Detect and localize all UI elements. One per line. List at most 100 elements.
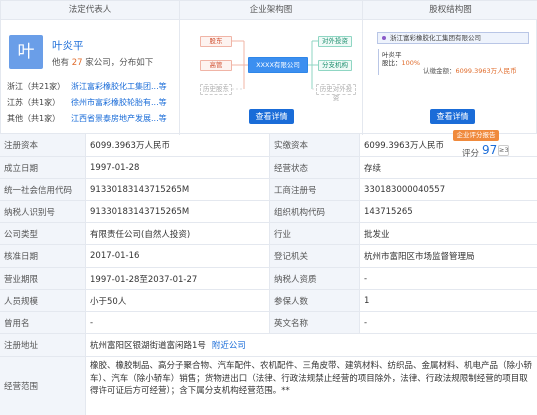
- row-value: 6099.3963万人民币: [359, 134, 449, 156]
- score-chip: ≥3: [498, 145, 509, 156]
- table-row: 公司类型 有限责任公司(自然人投资) 行业 批发业: [0, 223, 537, 245]
- nearby-companies-link[interactable]: 附近公司: [212, 339, 246, 351]
- row-label: 纳税人资质: [269, 268, 359, 289]
- equity-company-node[interactable]: 浙江富彩橡胶化工集团有限公司: [377, 32, 529, 44]
- legal-rep-company-count: 他有 27 家公司，分布如下: [52, 56, 153, 68]
- address-label: 注册地址: [0, 334, 85, 356]
- table-row: 核准日期 2017-01-16 登记机关 杭州市富阳区市场监督管理局: [0, 245, 537, 268]
- region-row[interactable]: 其他（共1家） 江西省景泰房地产发展...等: [7, 113, 179, 124]
- history-investment-node: 历史对外投资: [316, 84, 356, 102]
- row-label: 人员规模: [0, 290, 85, 311]
- region-count: （共21家）: [23, 82, 66, 91]
- row-label: 工商注册号: [269, 179, 359, 200]
- company-dot-icon: [382, 36, 386, 40]
- row-value: 6099.3963万人民币: [85, 134, 269, 156]
- region-row[interactable]: 江苏（共1家） 徐州市富彩橡胶轮胎有...等: [7, 97, 179, 108]
- row-label: 曾用名: [0, 312, 85, 333]
- structure-title: 企业架构图: [180, 1, 362, 20]
- row-value: 1997-01-28至2037-01-27: [85, 268, 269, 289]
- count-suffix: 家公司，分布如下: [85, 58, 154, 68]
- equity-panel: 股权结构图 浙江富彩橡胶化工集团有限公司 叶炎平 股比：100% 认缴金额：60…: [362, 1, 537, 135]
- row-label: 核准日期: [0, 245, 85, 267]
- count-prefix: 他有: [52, 58, 70, 68]
- table-row: 营业期限 1997-01-28至2037-01-27 纳税人资质 -: [0, 268, 537, 290]
- info-table: 注册资本 6099.3963万人民币 实缴资本 6099.3963万人民币 成立…: [0, 134, 537, 415]
- equity-title: 股权结构图: [363, 1, 537, 20]
- address-value: 杭州富阳区银湖街道富闲路1号 附近公司: [85, 334, 537, 356]
- score-report-badge[interactable]: 企业评分报告: [453, 130, 499, 141]
- row-value: 143715265: [359, 201, 537, 222]
- equity-company-name: 浙江富彩橡胶化工集团有限公司: [390, 34, 481, 42]
- scope-label: 经营范围: [0, 357, 85, 415]
- region-count: （共1家）: [23, 114, 61, 123]
- history-shareholder-node: 历史股东: [200, 84, 232, 95]
- region-name: 其他: [7, 114, 23, 123]
- table-row: 曾用名 - 英文名称 -: [0, 312, 537, 334]
- legal-rep-panel: 法定代表人 叶 叶炎平 他有 27 家公司，分布如下 浙江（共21家） 浙江富彩…: [1, 1, 179, 135]
- row-value: -: [359, 268, 537, 289]
- table-row: 统一社会信用代码 91330183143715265M 工商注册号 330183…: [0, 179, 537, 201]
- legal-rep-name[interactable]: 叶炎平: [52, 38, 84, 53]
- branch-node: 分支机构: [318, 60, 352, 71]
- scope-value: 橡胶、橡胶制品、高分子聚合物、汽车配件、农机配件、三角皮带、建筑材料、纺织品、金…: [85, 357, 537, 415]
- region-company-link[interactable]: 浙江富彩橡胶化工集团...等: [71, 81, 171, 92]
- row-label: 经营状态: [269, 157, 359, 178]
- shareholder-node: 股东: [200, 36, 232, 47]
- top-panels: 法定代表人 叶 叶炎平 他有 27 家公司，分布如下 浙江（共21家） 浙江富彩…: [0, 0, 537, 135]
- table-row: 成立日期 1997-01-28 经营状态 存续: [0, 157, 537, 179]
- equity-person-name: 叶炎平: [382, 51, 402, 59]
- score-value[interactable]: 97: [482, 143, 497, 157]
- row-label: 公司类型: [0, 223, 85, 244]
- row-value: 330183000040557: [359, 179, 537, 200]
- row-value: 91330183143715265M: [85, 201, 269, 222]
- equity-connector: [378, 49, 379, 75]
- row-value: -: [85, 312, 269, 333]
- row-value: -: [359, 312, 537, 333]
- row-label: 组织机构代码: [269, 201, 359, 222]
- row-value: 1997-01-28: [85, 157, 269, 178]
- row-label: 行业: [269, 223, 359, 244]
- legal-rep-title: 法定代表人: [1, 1, 179, 20]
- ratio-value: 100%: [401, 59, 421, 67]
- table-row-address: 注册地址 杭州富阳区银湖街道富闲路1号 附近公司: [0, 334, 537, 357]
- table-row: 纳税人识别号 91330183143715265M 组织机构代码 1437152…: [0, 201, 537, 223]
- equity-detail-button[interactable]: 查看详情: [430, 109, 475, 124]
- company-count: 27: [71, 58, 83, 68]
- amount-value: 6099.3963万人民币: [455, 67, 517, 75]
- row-label: 成立日期: [0, 157, 85, 178]
- row-value: 批发业: [359, 223, 537, 244]
- row-value: 2017-01-16: [85, 245, 269, 267]
- row-label: 登记机关: [269, 245, 359, 267]
- row-label: 实缴资本: [269, 134, 359, 156]
- table-row-scope: 经营范围 橡胶、橡胶制品、高分子聚合物、汽车配件、农机配件、三角皮带、建筑材料、…: [0, 357, 537, 415]
- amount-label: 认缴金额：: [423, 67, 456, 75]
- row-label: 纳税人识别号: [0, 201, 85, 222]
- region-name: 浙江: [7, 82, 23, 91]
- row-value: 1: [359, 290, 537, 311]
- row-value: 有限责任公司(自然人投资): [85, 223, 269, 244]
- row-value: 存续: [359, 157, 449, 178]
- region-company-link[interactable]: 江西省景泰房地产发展...等: [71, 113, 171, 124]
- avatar[interactable]: 叶: [9, 35, 43, 69]
- equity-person-node[interactable]: 叶炎平 股比：100%: [382, 51, 420, 67]
- row-label: 英文名称: [269, 312, 359, 333]
- row-label: 参保人数: [269, 290, 359, 311]
- equity-amount: 认缴金额：6099.3963万人民币: [423, 65, 517, 75]
- company-center-node: XXXX有限公司: [248, 57, 308, 73]
- region-count: （共1家）: [23, 98, 61, 107]
- row-value: 91330183143715265M: [85, 179, 269, 200]
- table-row: 人员规模 小于50人 参保人数 1: [0, 290, 537, 312]
- row-label: 营业期限: [0, 268, 85, 289]
- structure-detail-button[interactable]: 查看详情: [249, 109, 294, 124]
- ratio-label: 股比：: [382, 59, 402, 67]
- row-label: 注册资本: [0, 134, 85, 156]
- region-name: 江苏: [7, 98, 23, 107]
- row-label: 统一社会信用代码: [0, 179, 85, 200]
- address-text: 杭州富阳区银湖街道富闲路1号: [90, 341, 206, 351]
- region-row[interactable]: 浙江（共21家） 浙江富彩橡胶化工集团...等: [7, 81, 179, 92]
- investment-node: 对外投资: [318, 36, 352, 47]
- row-value: 小于50人: [85, 290, 269, 311]
- region-company-link[interactable]: 徐州市富彩橡胶轮胎有...等: [71, 97, 171, 108]
- score-label: 评分: [462, 149, 480, 159]
- row-value: 杭州市富阳区市场监督管理局: [359, 245, 537, 267]
